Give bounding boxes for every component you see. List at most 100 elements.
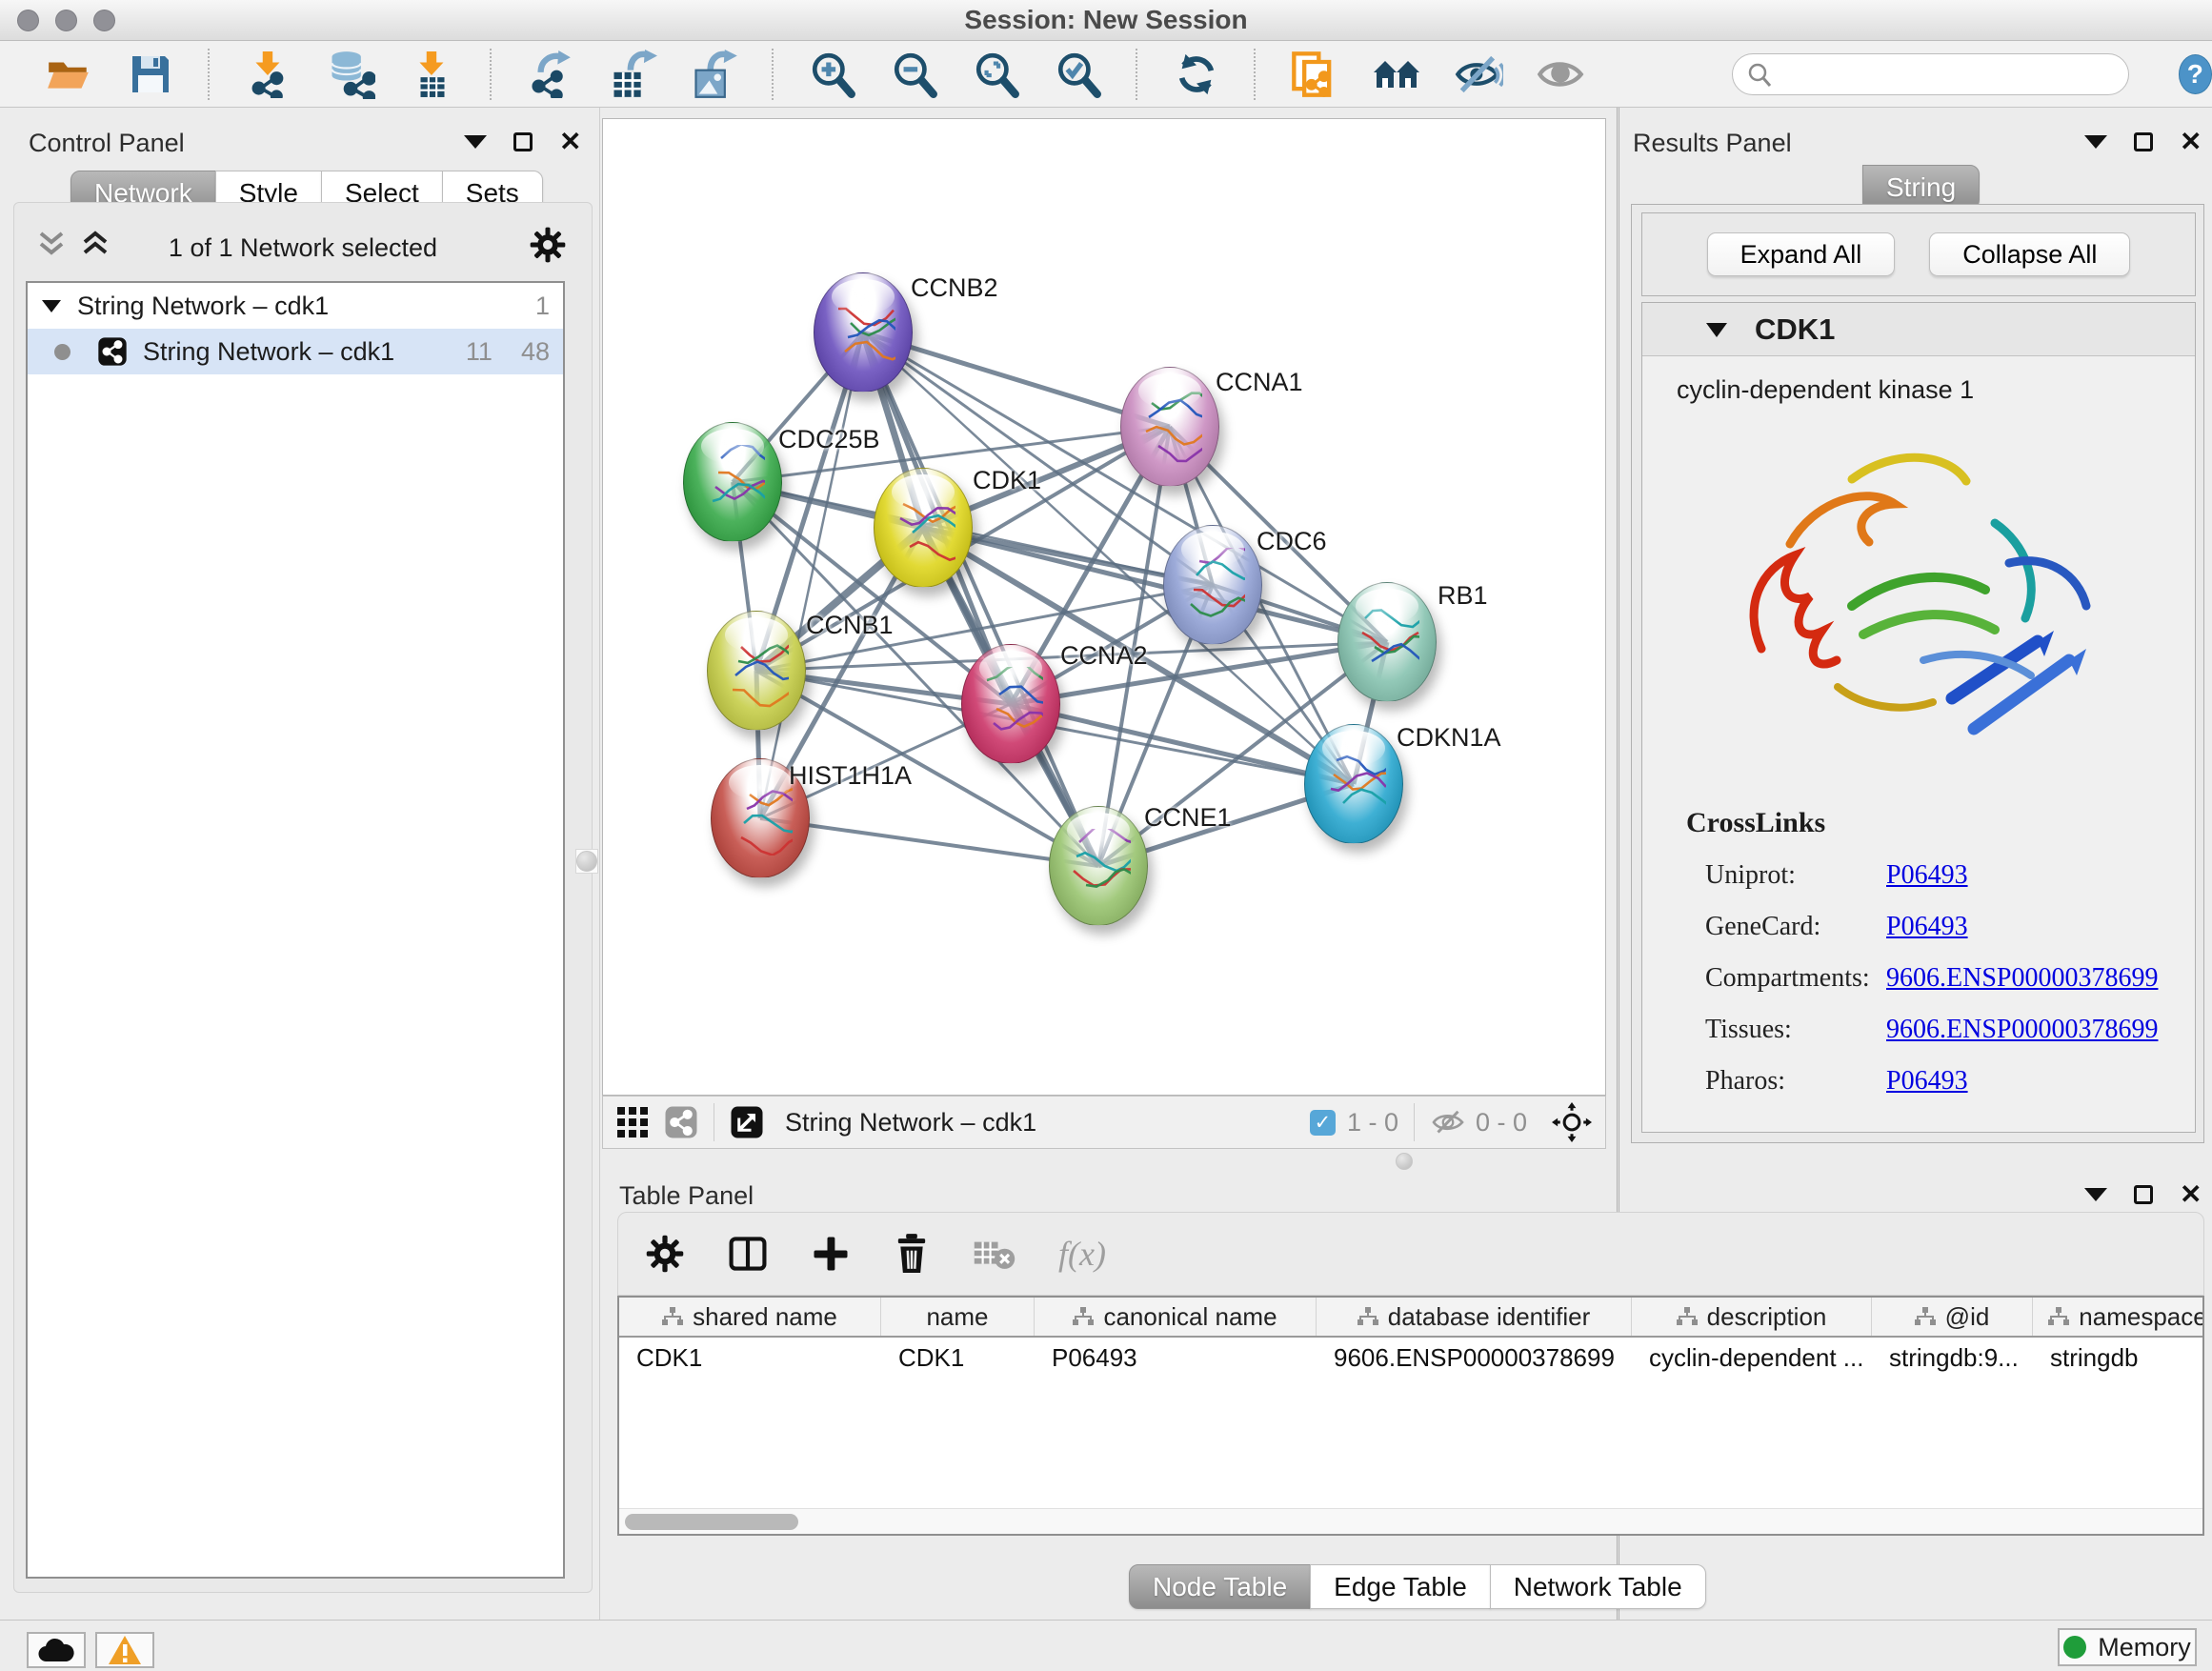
- import-table-icon[interactable]: [408, 50, 457, 99]
- table-cell: P06493: [1035, 1338, 1317, 1378]
- table-horizontal-scrollbar[interactable]: [619, 1508, 2202, 1534]
- node-label: CCNB1: [806, 611, 894, 640]
- node-rb1[interactable]: [1337, 582, 1437, 702]
- column-header-@id[interactable]: @id: [1872, 1298, 2033, 1336]
- node-label: CCNA1: [1216, 368, 1303, 397]
- node-cdc6[interactable]: [1163, 525, 1262, 645]
- delete-column-icon[interactable]: [893, 1233, 931, 1275]
- export-table-icon[interactable]: [608, 50, 657, 99]
- left-splitter[interactable]: [599, 108, 600, 1620]
- table-row[interactable]: CDK1CDK1P064939606.ENSP00000378699cyclin…: [619, 1338, 2202, 1378]
- node-cdk1[interactable]: [874, 468, 973, 588]
- node-gloss: [1181, 532, 1243, 567]
- tree-expand-icon[interactable]: [41, 297, 62, 314]
- export-network-icon[interactable]: [526, 50, 575, 99]
- tab-edge-table[interactable]: Edge Table: [1310, 1564, 1491, 1609]
- table-options-gear-icon[interactable]: [645, 1234, 685, 1274]
- hidden-eye-icon: [1430, 1108, 1466, 1137]
- crosslink-label: Tissues:: [1705, 1015, 1886, 1045]
- crosslink-link[interactable]: 9606.ENSP00000378699: [1886, 963, 2158, 994]
- duplicate-network-icon[interactable]: [1290, 50, 1339, 99]
- string-network-icon: [97, 336, 128, 367]
- refresh-icon[interactable]: [1172, 50, 1221, 99]
- panel-menu-icon[interactable]: [2084, 135, 2107, 149]
- gene-entry-header[interactable]: CDK1: [1642, 303, 2195, 356]
- hide-selected-eye-icon[interactable]: [1454, 50, 1503, 99]
- column-header-canonical-name[interactable]: canonical name: [1035, 1298, 1317, 1336]
- zoom-selected-icon[interactable]: [1054, 50, 1103, 99]
- tab-network-table[interactable]: Network Table: [1490, 1564, 1706, 1609]
- crosslink-link[interactable]: P06493: [1886, 1066, 1968, 1097]
- panel-close-icon[interactable]: ✕: [2180, 1185, 2202, 1204]
- search-input[interactable]: [1732, 53, 2129, 95]
- home-layout-icon[interactable]: [1372, 50, 1421, 99]
- warning-status-button[interactable]: [95, 1632, 154, 1668]
- collection-name: String Network – cdk1: [77, 292, 535, 321]
- node-ccna1[interactable]: [1120, 367, 1219, 487]
- show-columns-icon[interactable]: [727, 1233, 769, 1275]
- node-ccnb1[interactable]: [707, 611, 806, 731]
- node-gloss: [729, 765, 791, 800]
- column-header-description[interactable]: description: [1632, 1298, 1872, 1336]
- zoom-fit-icon[interactable]: [972, 50, 1021, 99]
- expand-all-button[interactable]: Expand All: [1707, 232, 1896, 276]
- panel-float-icon[interactable]: [2134, 132, 2153, 151]
- import-network-from-database-icon[interactable]: [326, 50, 375, 99]
- save-session-icon[interactable]: [126, 50, 175, 99]
- open-session-icon[interactable]: [44, 50, 93, 99]
- export-image-icon[interactable]: [690, 50, 739, 99]
- crosslink-link[interactable]: P06493: [1886, 912, 1968, 942]
- network-collection-row[interactable]: String Network – cdk1 1: [28, 283, 563, 329]
- node-gloss: [1322, 731, 1384, 766]
- window-title: Session: New Session: [0, 5, 2212, 35]
- node-ccne1[interactable]: [1049, 806, 1148, 926]
- collapse-all-button[interactable]: Collapse All: [1929, 232, 2130, 276]
- zoom-out-icon[interactable]: [890, 50, 939, 99]
- panel-menu-icon[interactable]: [2084, 1188, 2107, 1201]
- selected-nodes-checkbox[interactable]: ✓: [1310, 1110, 1336, 1136]
- bottom-splitter-handle[interactable]: [1392, 1151, 1417, 1172]
- results-panel-title: Results Panel: [1633, 129, 1792, 158]
- panel-close-icon[interactable]: ✕: [559, 132, 581, 151]
- node-ccnb2[interactable]: [814, 272, 913, 393]
- tab-node-table[interactable]: Node Table: [1129, 1564, 1311, 1609]
- zoom-in-icon[interactable]: [808, 50, 857, 99]
- network-view-icon[interactable]: [664, 1105, 698, 1139]
- column-header-shared-name[interactable]: shared name: [619, 1298, 881, 1336]
- column-header-database-identifier[interactable]: database identifier: [1317, 1298, 1632, 1336]
- toolbar-separator: [772, 49, 774, 100]
- help-button[interactable]: ?: [2179, 54, 2212, 94]
- node-ccna2[interactable]: [961, 644, 1060, 764]
- panel-float-icon[interactable]: [513, 132, 533, 151]
- network-name: String Network – cdk1: [143, 337, 466, 367]
- gene-description: cyclin-dependent kinase 1: [1677, 375, 2195, 405]
- left-splitter-handle[interactable]: [575, 849, 598, 874]
- show-all-eye-icon[interactable]: [1536, 50, 1585, 99]
- import-network-icon[interactable]: [244, 50, 293, 99]
- table-cell: CDK1: [881, 1338, 1035, 1378]
- panel-float-icon[interactable]: [2134, 1185, 2153, 1204]
- crosslink-link[interactable]: P06493: [1886, 860, 1968, 891]
- network-canvas[interactable]: CCNB2CCNA1CDC25BCDK1CDC6RB1CCNB1CCNA2CDK…: [602, 118, 1606, 1096]
- tab-string[interactable]: String: [1862, 165, 1980, 210]
- fit-selected-crosshair-icon[interactable]: [1552, 1102, 1592, 1142]
- column-header-name[interactable]: name: [881, 1298, 1035, 1336]
- scrollbar-thumb[interactable]: [625, 1514, 798, 1530]
- warning-icon: [108, 1635, 142, 1665]
- column-header-namespace[interactable]: namespace: [2033, 1298, 2204, 1336]
- detach-view-icon[interactable]: [730, 1105, 764, 1139]
- add-column-icon[interactable]: [811, 1234, 851, 1274]
- grid-view-icon[interactable]: [616, 1106, 649, 1138]
- memory-button[interactable]: Memory: [2058, 1628, 2197, 1666]
- panel-menu-icon[interactable]: [464, 135, 487, 149]
- cloud-status-button[interactable]: [27, 1632, 86, 1668]
- node-cdc25b[interactable]: [683, 422, 782, 542]
- panel-close-icon[interactable]: ✕: [2180, 132, 2202, 151]
- crosslink-row: Tissues:9606.ENSP00000378699: [1705, 1015, 2195, 1045]
- edge-count: 48: [521, 337, 550, 367]
- network-row[interactable]: String Network – cdk1 11 48: [28, 329, 563, 374]
- crosslink-link[interactable]: 9606.ENSP00000378699: [1886, 1015, 2158, 1045]
- network-options-gear-icon[interactable]: [529, 226, 567, 269]
- node-cdkn1a[interactable]: [1304, 724, 1403, 844]
- entry-collapse-icon[interactable]: [1705, 320, 1728, 339]
